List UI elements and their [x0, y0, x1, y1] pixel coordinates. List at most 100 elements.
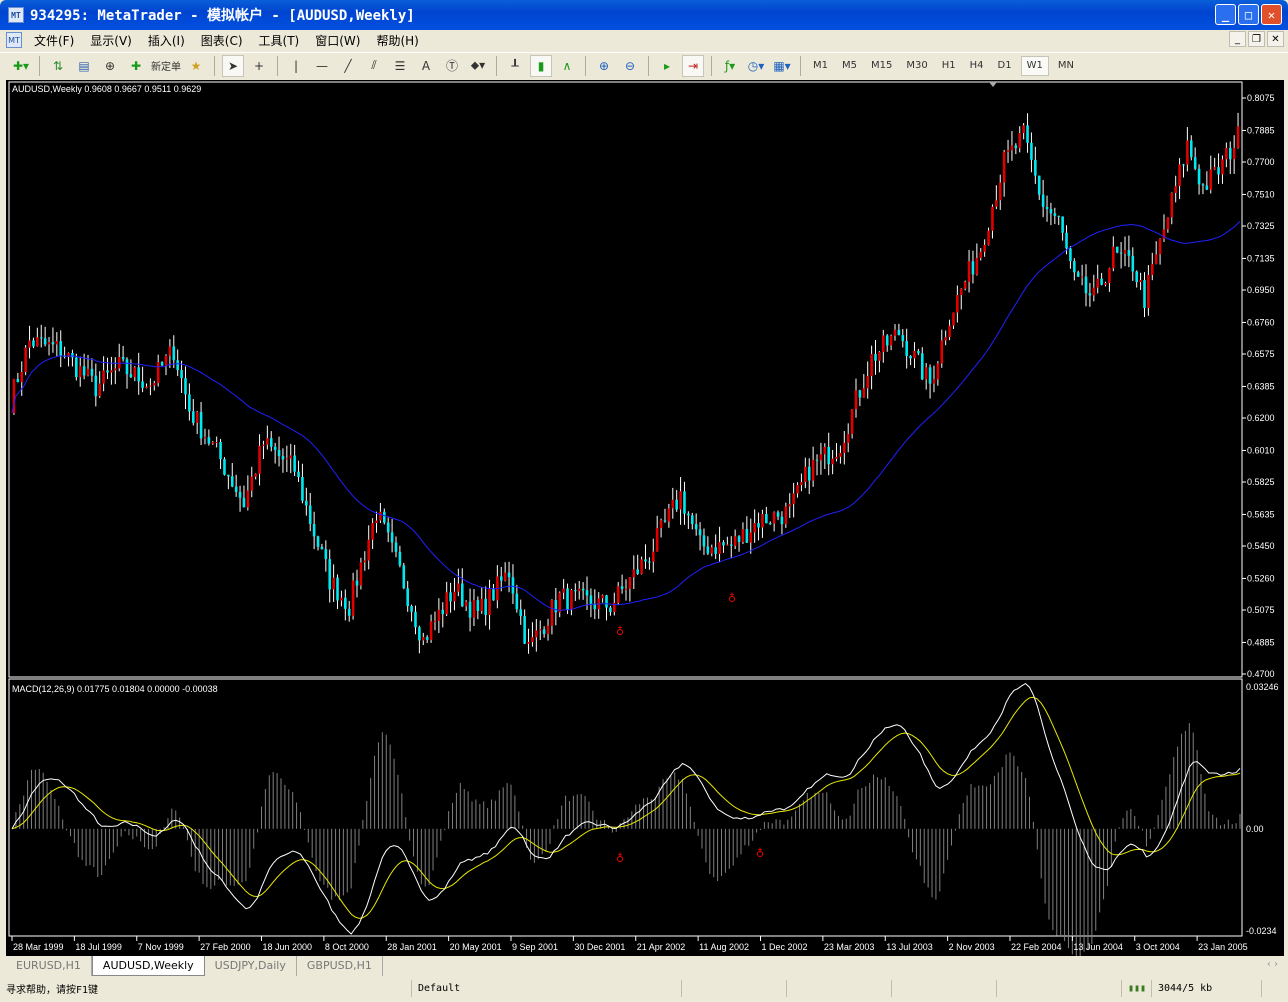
menu-window[interactable]: 窗口(W) [307, 32, 368, 49]
candle [881, 335, 885, 352]
candle [804, 466, 807, 482]
menu-tools[interactable]: 工具(T) [251, 32, 308, 49]
candle [488, 588, 491, 616]
tab-audusd-weekly[interactable]: AUDUSD,Weekly [91, 956, 205, 976]
macd-header: MACD(12,26,9) 0.01775 0.01804 0.00000 -0… [12, 684, 218, 694]
candle [1104, 282, 1107, 285]
new-order-button[interactable]: 新定单 [151, 55, 181, 77]
connection-bars-icon: ▮▮▮ [1122, 980, 1152, 997]
periods-clock-icon[interactable]: ◷▾ [745, 55, 767, 77]
new-order-icon[interactable]: ✚ [125, 55, 147, 77]
candle [889, 335, 893, 346]
tab-eurusd-h1[interactable]: EURUSD,H1 [6, 956, 92, 976]
timeframe-d1[interactable]: D1 [993, 56, 1017, 76]
tab-usdjpy-daily[interactable]: USDJPY,Daily [205, 956, 297, 976]
price-tick-label: 0.4700 [1247, 669, 1275, 679]
cursor-icon[interactable]: ➤ [222, 54, 244, 77]
crosshair-icon[interactable]: + [248, 55, 270, 77]
close-button[interactable]: ✕ [1261, 4, 1282, 25]
separator [39, 55, 40, 76]
candle [460, 583, 464, 607]
candle [47, 342, 51, 345]
mdi-close-button[interactable]: ✕ [1267, 31, 1284, 47]
candle [125, 359, 129, 375]
candle [1197, 168, 1201, 185]
candle [1030, 142, 1033, 160]
timeframe-m15[interactable]: M15 [866, 56, 897, 76]
text-label-icon[interactable]: Ⓣ [441, 55, 463, 77]
menu-view[interactable]: 显示(V) [82, 32, 140, 49]
candle [651, 551, 655, 562]
candle [285, 458, 289, 460]
candle [1158, 238, 1162, 255]
candle [492, 588, 495, 601]
timeframe-m30[interactable]: M30 [901, 56, 932, 76]
chart-shift-icon[interactable]: ⇥ [682, 54, 704, 77]
candle [433, 620, 437, 622]
candle [843, 442, 846, 453]
candle [776, 512, 780, 517]
tab-scroll-arrows[interactable]: ‹ › [1267, 959, 1278, 970]
line-chart-icon[interactable]: ∧ [556, 55, 578, 77]
date-tick-label: 8 Oct 2000 [325, 942, 369, 952]
fibonacci-icon[interactable]: ☰ [389, 55, 411, 77]
market-watch-icon[interactable]: ⇅ [47, 55, 69, 77]
candle [238, 491, 242, 498]
mdi-minimize-button[interactable]: _ [1229, 31, 1246, 47]
timeframe-m1[interactable]: M1 [808, 56, 833, 76]
timeframe-m5[interactable]: M5 [837, 56, 862, 76]
candle [277, 449, 281, 457]
indicators-icon[interactable]: ƒ▾ [719, 55, 741, 77]
arrows-icon[interactable]: ⬥▾ [467, 55, 489, 77]
templates-icon[interactable]: ▦▾ [771, 55, 793, 77]
autoscroll-icon[interactable]: ▸ [656, 55, 678, 77]
maximize-button[interactable]: □ [1238, 4, 1259, 25]
chart-shift-marker[interactable] [989, 82, 997, 87]
trendline-icon[interactable]: ╱ [337, 55, 359, 77]
chart-canvas[interactable]: ♁ ♁ ♁ ♁ 0.8075 0.7885 0.7700 0.7510 0.7325 0.7135… [6, 80, 1284, 956]
timeframe-h4[interactable]: H4 [965, 56, 989, 76]
tab-gbpusd-h1[interactable]: GBPUSD,H1 [297, 956, 383, 976]
minimize-button[interactable]: _ [1215, 4, 1236, 25]
candle [379, 511, 382, 521]
new-chart-icon[interactable]: ✚▾ [10, 55, 32, 77]
price-tick-label: 0.4885 [1247, 637, 1275, 647]
menu-help[interactable]: 帮助(H) [368, 32, 426, 49]
vertical-line-icon[interactable]: | [285, 55, 307, 77]
zoom-in-icon[interactable]: ⊕ [593, 55, 615, 77]
mdi-restore-button[interactable]: ❐ [1248, 31, 1265, 47]
candle [546, 625, 550, 634]
bar-chart-icon[interactable]: ┸ [504, 55, 526, 77]
zoom-out-icon[interactable]: ⊖ [619, 55, 641, 77]
candle [636, 569, 639, 574]
timeframe-w1[interactable]: W1 [1020, 55, 1049, 76]
candle [1108, 268, 1111, 283]
candle [476, 600, 480, 611]
navigator-icon[interactable]: ▤ [73, 55, 95, 77]
candle [566, 588, 569, 610]
menu-charts[interactable]: 图表(C) [193, 32, 251, 49]
menu-bar: MT 文件(F) 显示(V) 插入(I) 图表(C) 工具(T) 窗口(W) 帮… [0, 30, 1288, 50]
candle [402, 565, 406, 589]
candlestick-icon[interactable]: ▮ [530, 54, 552, 77]
signal-marker-icon: ♁ [616, 852, 624, 865]
timeframe-mn[interactable]: MN [1053, 56, 1079, 76]
candle [1131, 255, 1135, 272]
candle [1225, 147, 1228, 160]
horizontal-line-icon[interactable]: — [311, 55, 333, 77]
text-tool[interactable]: A [415, 55, 437, 77]
candle [332, 577, 335, 590]
timeframe-h1[interactable]: H1 [937, 56, 961, 76]
candle [1006, 150, 1010, 152]
candle [351, 580, 355, 616]
menu-file[interactable]: 文件(F) [26, 32, 82, 49]
price-tick-label: 0.6760 [1247, 317, 1275, 327]
menu-insert[interactable]: 插入(I) [140, 32, 193, 49]
candle [207, 437, 211, 444]
separator [711, 55, 712, 76]
equidistant-channel-icon[interactable]: ⫽ [363, 55, 385, 77]
candle [246, 490, 250, 508]
expert-advisors-icon[interactable]: ★ [185, 55, 207, 77]
crosshair-target-icon[interactable]: ⊕ [99, 55, 121, 77]
chart-window[interactable]: ♁ ♁ ♁ ♁ 0.8075 0.7885 0.7700 0.7510 0.7325 0.7135… [6, 80, 1284, 956]
